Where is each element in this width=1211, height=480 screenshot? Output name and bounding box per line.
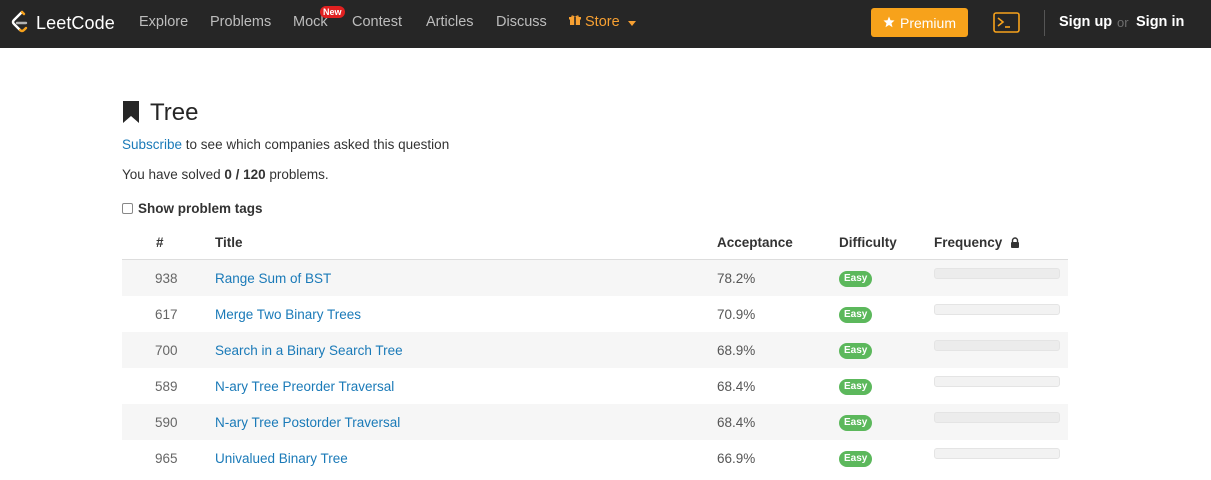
nav-contest[interactable]: Contest [352, 14, 402, 30]
table-row[interactable]: 590 N-ary Tree Postorder Traversal 68.4%… [122, 404, 1068, 440]
new-badge: New [320, 6, 345, 18]
difficulty-badge: Easy [839, 415, 873, 431]
problem-acceptance: 66.9% [717, 451, 756, 466]
solved-suffix: problems. [265, 167, 329, 182]
show-tags-label: Show problem tags [138, 201, 263, 216]
problem-number: 965 [155, 451, 178, 466]
show-tags-checkbox[interactable] [122, 203, 133, 214]
table-header: # Title Acceptance Difficulty Frequency [122, 226, 1068, 260]
solved-count: 0 / 120 [224, 167, 266, 182]
header-frequency-label: Frequency [934, 235, 1003, 250]
nav-discuss[interactable]: Discuss [496, 14, 547, 30]
top-navbar: LeetCode Explore Problems Mock New Conte… [0, 0, 1211, 48]
problem-title-link[interactable]: N-ary Tree Postorder Traversal [215, 415, 400, 430]
premium-label: Premium [899, 14, 956, 31]
table-row[interactable]: 700 Search in a Binary Search Tree 68.9%… [122, 332, 1068, 368]
frequency-bar-locked [934, 340, 1060, 351]
table-row[interactable]: 589 N-ary Tree Preorder Traversal 68.4% … [122, 368, 1068, 404]
difficulty-badge: Easy [839, 379, 873, 395]
problem-title-link[interactable]: Merge Two Binary Trees [215, 307, 361, 322]
nav-explore[interactable]: Explore [139, 14, 188, 30]
solved-prefix: You have solved [122, 167, 225, 182]
star-icon [883, 15, 895, 31]
page-title-row: Tree [122, 99, 1068, 126]
nav-problems[interactable]: Problems [210, 14, 271, 30]
problem-acceptance: 68.9% [717, 343, 756, 358]
problem-acceptance: 68.4% [717, 379, 756, 394]
lock-icon [1010, 236, 1020, 251]
problem-acceptance: 68.4% [717, 415, 756, 430]
nav-store-label: Store [585, 14, 620, 30]
header-difficulty[interactable]: Difficulty [839, 235, 897, 250]
tag-page-content: Tree Subscribe to see which companies as… [122, 99, 1068, 467]
frequency-bar-locked [934, 304, 1060, 315]
frequency-bar-locked [934, 448, 1060, 459]
problem-number: 589 [155, 379, 178, 394]
header-title[interactable]: Title [215, 235, 243, 250]
frequency-bar-locked [934, 412, 1060, 423]
subscribe-link[interactable]: Subscribe [122, 137, 182, 152]
problem-number: 617 [155, 307, 178, 322]
frequency-bar-locked [934, 268, 1060, 279]
brand-logo[interactable]: LeetCode [10, 10, 115, 37]
difficulty-badge: Easy [839, 271, 873, 287]
show-tags-toggle[interactable]: Show problem tags [122, 201, 263, 216]
nav-store[interactable]: Store [569, 14, 636, 30]
solved-progress: You have solved 0 / 120 problems. [122, 167, 329, 182]
gift-icon [569, 14, 581, 30]
sign-in-link[interactable]: Sign in [1136, 14, 1184, 30]
nav-divider [1044, 10, 1045, 36]
terminal-icon[interactable] [993, 12, 1020, 36]
problem-title-link[interactable]: Search in a Binary Search Tree [215, 343, 403, 358]
sign-up-link[interactable]: Sign up [1059, 14, 1112, 30]
problem-number: 938 [155, 271, 178, 286]
auth-separator: or [1117, 15, 1129, 30]
header-acceptance[interactable]: Acceptance [717, 235, 793, 250]
problem-acceptance: 78.2% [717, 271, 756, 286]
nav-articles[interactable]: Articles [426, 14, 474, 30]
problem-title-link[interactable]: Range Sum of BST [215, 271, 331, 286]
premium-button[interactable]: Premium [871, 8, 968, 37]
problem-acceptance: 70.9% [717, 307, 756, 322]
difficulty-badge: Easy [839, 343, 873, 359]
page-title: Tree [150, 99, 199, 126]
chevron-down-icon [627, 20, 636, 26]
difficulty-badge: Easy [839, 307, 873, 323]
table-row[interactable]: 965 Univalued Binary Tree 66.9% Easy [122, 440, 1068, 476]
problem-number: 700 [155, 343, 178, 358]
problem-title-link[interactable]: Univalued Binary Tree [215, 451, 348, 466]
problem-title-link[interactable]: N-ary Tree Preorder Traversal [215, 379, 394, 394]
difficulty-badge: Easy [839, 451, 873, 467]
subscribe-line: Subscribe to see which companies asked t… [122, 137, 449, 152]
bookmark-icon [122, 100, 140, 126]
leetcode-logo-icon [10, 10, 30, 37]
table-row[interactable]: 938 Range Sum of BST 78.2% Easy [122, 260, 1068, 296]
problems-table: # Title Acceptance Difficulty Frequency … [122, 226, 1068, 476]
subscribe-text: to see which companies asked this questi… [182, 137, 450, 152]
header-frequency[interactable]: Frequency [934, 235, 1020, 251]
frequency-bar-locked [934, 376, 1060, 387]
table-row[interactable]: 617 Merge Two Binary Trees 70.9% Easy [122, 296, 1068, 332]
problem-number: 590 [155, 415, 178, 430]
brand-name: LeetCode [36, 13, 115, 33]
header-num[interactable]: # [156, 235, 164, 250]
